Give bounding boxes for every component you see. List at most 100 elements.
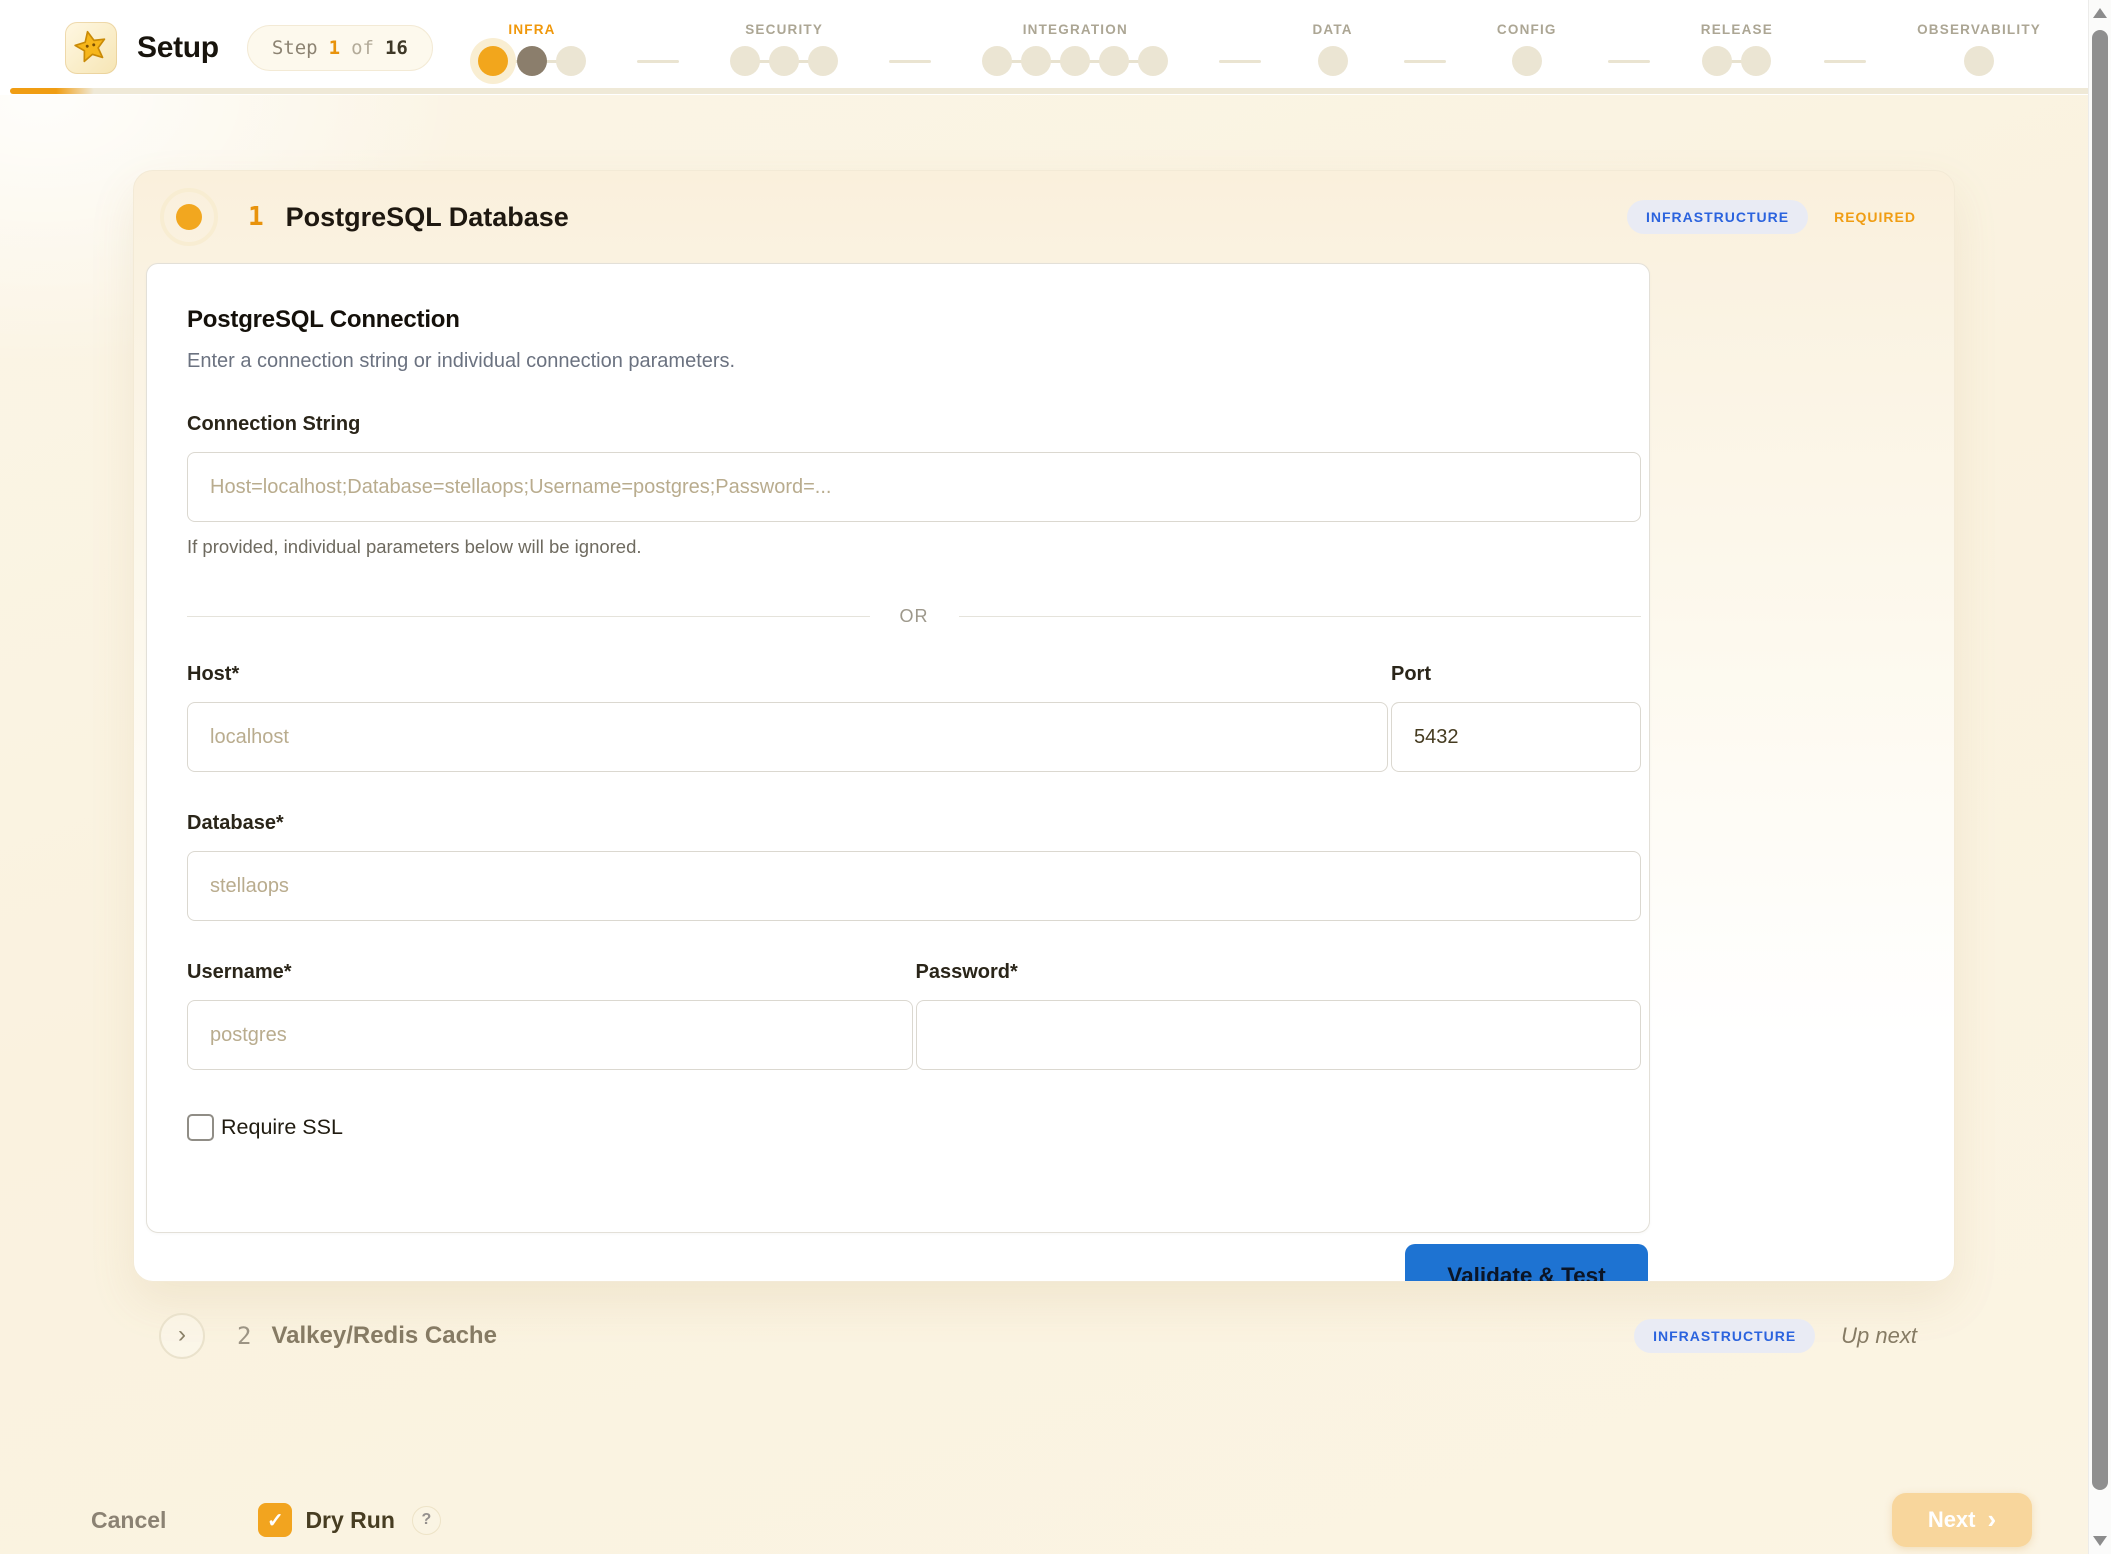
step-counter-badge: Step 1 of 16 <box>247 25 433 71</box>
stage-release: RELEASE <box>1701 22 1773 76</box>
progress-bar-fill <box>10 88 94 94</box>
progress-bar-track <box>10 88 2111 94</box>
check-icon: ✓ <box>267 1508 284 1533</box>
chevron-right-icon: › <box>1988 1506 1997 1532</box>
stage-connector <box>1608 60 1650 63</box>
stepper: INFRA SECURITY INTEGRATION DATA CONFIG RELEAS… <box>478 22 2041 76</box>
stage-data: DATA <box>1312 22 1352 76</box>
stage-dot-pending <box>1021 46 1051 76</box>
stage-dots <box>478 46 586 76</box>
scroll-down-icon[interactable] <box>2093 1536 2107 1546</box>
postgresql-connection-panel: PostgreSQL Connection Enter a connection… <box>146 263 1650 1233</box>
step-of: of <box>351 37 374 59</box>
stage-dot-done <box>517 46 547 76</box>
stage-dots <box>730 46 838 76</box>
or-divider: OR <box>187 606 1641 627</box>
stage-connector <box>1824 60 1866 63</box>
connection-string-label: Connection String <box>187 413 1641 436</box>
form-heading: PostgreSQL Connection <box>187 306 1641 334</box>
stage-integration: INTEGRATION <box>982 22 1168 76</box>
stage-label: RELEASE <box>1701 22 1773 37</box>
validate-test-button[interactable]: Validate & Test <box>1405 1244 1648 1282</box>
stage-dot-pending <box>1318 46 1348 76</box>
stage-dot-pending <box>982 46 1012 76</box>
stage-connector <box>1219 60 1261 63</box>
stage-label: SECURITY <box>745 22 823 37</box>
section-postgresql-database: 1 PostgreSQL Database INFRASTRUCTURE REQ… <box>133 170 1955 1282</box>
next-button-label: Next <box>1928 1507 1976 1533</box>
stage-dot-pending <box>769 46 799 76</box>
cancel-button[interactable]: Cancel <box>85 1506 172 1535</box>
connection-string-input[interactable] <box>187 452 1641 522</box>
infrastructure-badge: INFRASTRUCTURE <box>1627 200 1808 234</box>
stage-dot-pending <box>808 46 838 76</box>
stage-connector <box>889 60 931 63</box>
app-logo <box>65 22 117 74</box>
up-next-status: Up next <box>1841 1323 1917 1349</box>
section-valkey-redis-cache: › 2 Valkey/Redis Cache INFRASTRUCTURE Up… <box>133 1296 1955 1376</box>
host-input[interactable] <box>187 702 1388 772</box>
section1-title: PostgreSQL Database <box>286 202 569 233</box>
stage-dot-pending <box>1512 46 1542 76</box>
stage-observability: OBSERVABILITY <box>1917 22 2041 76</box>
infrastructure-badge: INFRASTRUCTURE <box>1634 1319 1815 1353</box>
question-icon: ? <box>422 1511 432 1529</box>
stage-dot-pending <box>1060 46 1090 76</box>
app-header: Setup Step 1 of 16 INFRA SECURITY INTEGRAT… <box>0 0 2111 95</box>
active-step-dot <box>176 204 202 230</box>
scroll-up-icon[interactable] <box>2093 8 2107 18</box>
stage-dot-pending <box>1741 46 1771 76</box>
stage-dot-pending <box>1099 46 1129 76</box>
step-prefix: Step <box>272 37 318 59</box>
stage-config: CONFIG <box>1497 22 1557 76</box>
host-label: Host* <box>187 663 1388 686</box>
step-total: 16 <box>385 37 408 59</box>
stage-dot-active <box>478 46 508 76</box>
require-ssl-label: Require SSL <box>221 1115 343 1140</box>
active-step-indicator-icon <box>160 188 218 246</box>
password-input[interactable] <box>916 1000 1642 1070</box>
stage-label: INFRA <box>508 22 555 37</box>
form-description: Enter a connection string or individual … <box>187 350 1641 373</box>
section1-number: 1 <box>248 202 264 232</box>
stage-dots <box>1702 46 1771 76</box>
stage-label: OBSERVABILITY <box>1917 22 2041 37</box>
section1-header: 1 PostgreSQL Database INFRASTRUCTURE REQ… <box>134 171 1954 263</box>
scrollbar-thumb[interactable] <box>2092 30 2108 1490</box>
password-label: Password* <box>916 961 1642 984</box>
port-input[interactable] <box>1391 702 1641 772</box>
stage-dots <box>1318 46 1348 76</box>
section2-title: Valkey/Redis Cache <box>271 1322 496 1350</box>
dry-run-checkbox[interactable]: ✓ <box>258 1503 292 1537</box>
page-title: Setup <box>137 31 219 65</box>
or-divider-label: OR <box>900 606 929 627</box>
star-icon <box>67 24 114 71</box>
vertical-scrollbar[interactable] <box>2088 0 2111 1554</box>
required-badge: REQUIRED <box>1834 209 1916 225</box>
stage-label: CONFIG <box>1497 22 1557 37</box>
chevron-right-icon: › <box>178 1321 186 1349</box>
dry-run-help-button[interactable]: ? <box>412 1506 441 1535</box>
stage-connector <box>637 60 679 63</box>
database-input[interactable] <box>187 851 1641 921</box>
stage-infra: INFRA <box>478 22 586 76</box>
stage-dot-pending <box>1964 46 1994 76</box>
username-input[interactable] <box>187 1000 913 1070</box>
stage-dot-pending <box>730 46 760 76</box>
database-label: Database* <box>187 812 1641 835</box>
require-ssl-checkbox[interactable] <box>187 1114 214 1141</box>
dry-run-label: Dry Run <box>305 1507 394 1534</box>
connection-string-help: If provided, individual parameters below… <box>187 536 1641 558</box>
stage-dots <box>1512 46 1542 76</box>
stage-label: INTEGRATION <box>1023 22 1128 37</box>
stage-security: SECURITY <box>730 22 838 76</box>
step-current: 1 <box>329 37 340 59</box>
username-label: Username* <box>187 961 913 984</box>
stage-dot-pending <box>1138 46 1168 76</box>
section2-number: 2 <box>237 1322 251 1350</box>
expand-section-button[interactable]: › <box>159 1313 205 1359</box>
port-label: Port <box>1391 663 1641 686</box>
wizard-footer: Cancel ✓ Dry Run ? Next › <box>0 1490 2088 1550</box>
stage-dots <box>1964 46 1994 76</box>
next-button[interactable]: Next › <box>1892 1493 2032 1547</box>
